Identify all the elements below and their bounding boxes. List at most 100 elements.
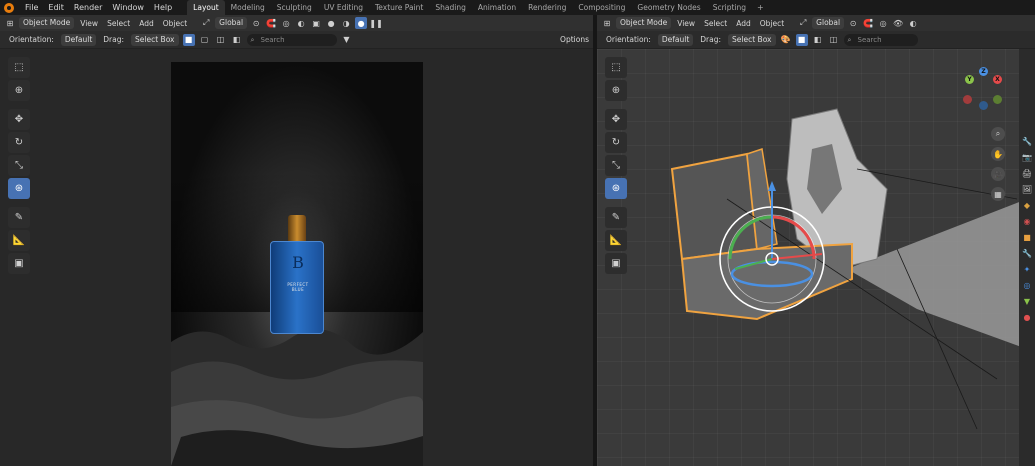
tab-modeling[interactable]: Modeling bbox=[225, 0, 271, 15]
scale-tool-icon[interactable]: ⤡ bbox=[605, 155, 627, 176]
select-mode-icon[interactable]: ■ bbox=[182, 33, 195, 46]
object-tab-icon[interactable]: ■ bbox=[1021, 231, 1033, 243]
render-tab-icon[interactable]: 📷 bbox=[1021, 151, 1033, 163]
navigation-gizmo[interactable]: Z X Y bbox=[959, 65, 1007, 113]
drag-dropdown[interactable]: Select Box bbox=[131, 33, 179, 46]
axis-x-icon[interactable]: X bbox=[993, 75, 1002, 84]
menu-add[interactable]: Add bbox=[136, 19, 157, 28]
add-cube-tool-icon[interactable]: ▣ bbox=[8, 253, 30, 274]
menu-select[interactable]: Select bbox=[104, 19, 133, 28]
proportional-edit-icon[interactable]: ◎ bbox=[877, 17, 889, 29]
cursor-tool-icon[interactable]: ⊕ bbox=[605, 80, 627, 101]
material-tab-icon[interactable]: ● bbox=[1021, 311, 1033, 323]
transform-global-dropdown[interactable]: Global bbox=[812, 17, 845, 29]
search-input[interactable]: Search bbox=[246, 33, 337, 46]
menu-select[interactable]: Select bbox=[701, 19, 730, 28]
menu-view[interactable]: View bbox=[674, 19, 698, 28]
xray-icon[interactable]: ▣ bbox=[310, 17, 322, 29]
rotate-tool-icon[interactable]: ↻ bbox=[605, 132, 627, 153]
measure-tool-icon[interactable]: 📐 bbox=[8, 230, 30, 251]
select-extend-icon[interactable]: ▢ bbox=[199, 34, 211, 46]
move-tool-icon[interactable]: ✥ bbox=[605, 109, 627, 130]
axis-neg-z-icon[interactable] bbox=[979, 101, 988, 110]
select-tool-icon[interactable]: ⬚ bbox=[8, 57, 30, 78]
select-tool-icon[interactable]: ⬚ bbox=[605, 57, 627, 78]
select-mode-icon[interactable]: ■ bbox=[795, 33, 808, 46]
pivot-icon[interactable]: ⊙ bbox=[847, 17, 859, 29]
measure-tool-icon[interactable]: 📐 bbox=[605, 230, 627, 251]
tab-compositing[interactable]: Compositing bbox=[572, 0, 631, 15]
menu-render[interactable]: Render bbox=[69, 0, 107, 15]
editor-type-icon[interactable]: ⊞ bbox=[601, 17, 613, 29]
snap-icon[interactable]: 🧲 bbox=[862, 17, 874, 29]
transform-global-dropdown[interactable]: Global bbox=[215, 17, 248, 29]
world-tab-icon[interactable]: ◉ bbox=[1021, 215, 1033, 227]
options-dropdown[interactable]: Options bbox=[556, 34, 593, 46]
particles-tab-icon[interactable]: ✦ bbox=[1021, 263, 1033, 275]
axis-neg-x-icon[interactable] bbox=[963, 95, 972, 104]
transform-tool-icon[interactable]: ⊛ bbox=[8, 178, 30, 199]
pause-icon[interactable]: ❚❚ bbox=[369, 17, 382, 29]
shading-solid-icon[interactable]: ● bbox=[325, 17, 337, 29]
add-workspace-button[interactable]: + bbox=[752, 3, 769, 12]
axis-z-icon[interactable]: Z bbox=[979, 67, 988, 76]
axis-y-icon[interactable]: Y bbox=[965, 75, 974, 84]
transform-tool-icon[interactable]: ⊛ bbox=[605, 178, 627, 199]
shading-rendered-icon[interactable]: ● bbox=[355, 17, 368, 29]
tool-tab-icon[interactable]: 🔧 bbox=[1021, 135, 1033, 147]
add-cube-tool-icon[interactable]: ▣ bbox=[605, 253, 627, 274]
menu-window[interactable]: Window bbox=[107, 0, 149, 15]
menu-object[interactable]: Object bbox=[757, 19, 787, 28]
tab-animation[interactable]: Animation bbox=[472, 0, 522, 15]
physics-tab-icon[interactable]: ◎ bbox=[1021, 279, 1033, 291]
menu-object[interactable]: Object bbox=[160, 19, 190, 28]
tab-layout[interactable]: Layout bbox=[187, 0, 225, 15]
annotate-tool-icon[interactable]: ✎ bbox=[8, 207, 30, 228]
visibility-icon[interactable]: 👁 bbox=[892, 17, 904, 29]
scale-tool-icon[interactable]: ⤡ bbox=[8, 155, 30, 176]
select-subtract-icon[interactable]: ◫ bbox=[828, 34, 840, 46]
menu-edit[interactable]: Edit bbox=[43, 0, 69, 15]
axis-neg-y-icon[interactable] bbox=[993, 95, 1002, 104]
overlay-icon[interactable]: ◐ bbox=[907, 17, 919, 29]
snap-icon[interactable]: 🧲 bbox=[265, 17, 277, 29]
tab-sculpting[interactable]: Sculpting bbox=[271, 0, 318, 15]
object-mode-dropdown[interactable]: Object Mode bbox=[19, 17, 75, 29]
object-mode-dropdown[interactable]: Object Mode bbox=[616, 17, 672, 29]
tab-rendering[interactable]: Rendering bbox=[522, 0, 572, 15]
perspective-toggle-icon[interactable]: ▦ bbox=[991, 187, 1005, 201]
select-invert-icon[interactable]: ◧ bbox=[231, 34, 243, 46]
editor-type-icon[interactable]: ⊞ bbox=[4, 17, 16, 29]
cursor-tool-icon[interactable]: ⊕ bbox=[8, 80, 30, 101]
shading-material-icon[interactable]: ◑ bbox=[340, 17, 352, 29]
data-tab-icon[interactable]: ▼ bbox=[1021, 295, 1033, 307]
scene-tab-icon[interactable]: ◆ bbox=[1021, 199, 1033, 211]
view-layer-tab-icon[interactable]: 🖼 bbox=[1021, 183, 1033, 195]
overlay-icon[interactable]: ◐ bbox=[295, 17, 307, 29]
zoom-icon[interactable]: ⌕ bbox=[991, 127, 1005, 141]
proportional-edit-icon[interactable]: ◎ bbox=[280, 17, 292, 29]
orientation-dropdown[interactable]: Default bbox=[60, 33, 97, 46]
pivot-icon[interactable]: ⊙ bbox=[250, 17, 262, 29]
select-extend-icon[interactable]: ◧ bbox=[812, 34, 824, 46]
select-subtract-icon[interactable]: ◫ bbox=[215, 34, 227, 46]
drag-dropdown[interactable]: Select Box bbox=[728, 33, 776, 46]
move-tool-icon[interactable]: ✥ bbox=[8, 109, 30, 130]
search-input[interactable]: Search bbox=[843, 33, 918, 46]
output-tab-icon[interactable]: 🖨 bbox=[1021, 167, 1033, 179]
menu-view[interactable]: View bbox=[77, 19, 101, 28]
filter-icon[interactable]: ▼ bbox=[341, 34, 353, 46]
menu-help[interactable]: Help bbox=[149, 0, 177, 15]
blender-logo-icon[interactable] bbox=[4, 2, 14, 13]
pan-icon[interactable]: ✋ bbox=[991, 147, 1005, 161]
tab-scripting[interactable]: Scripting bbox=[707, 0, 752, 15]
camera-view-icon[interactable]: 🎥 bbox=[991, 167, 1005, 181]
tab-texture-paint[interactable]: Texture Paint bbox=[369, 0, 429, 15]
menu-file[interactable]: File bbox=[20, 0, 43, 15]
tab-uv-editing[interactable]: UV Editing bbox=[318, 0, 369, 15]
modifier-tab-icon[interactable]: 🔧 bbox=[1021, 247, 1033, 259]
rotate-tool-icon[interactable]: ↻ bbox=[8, 132, 30, 153]
menu-add[interactable]: Add bbox=[733, 19, 754, 28]
color-picker-icon[interactable]: 🎨 bbox=[780, 34, 792, 46]
tab-shading[interactable]: Shading bbox=[429, 0, 471, 15]
